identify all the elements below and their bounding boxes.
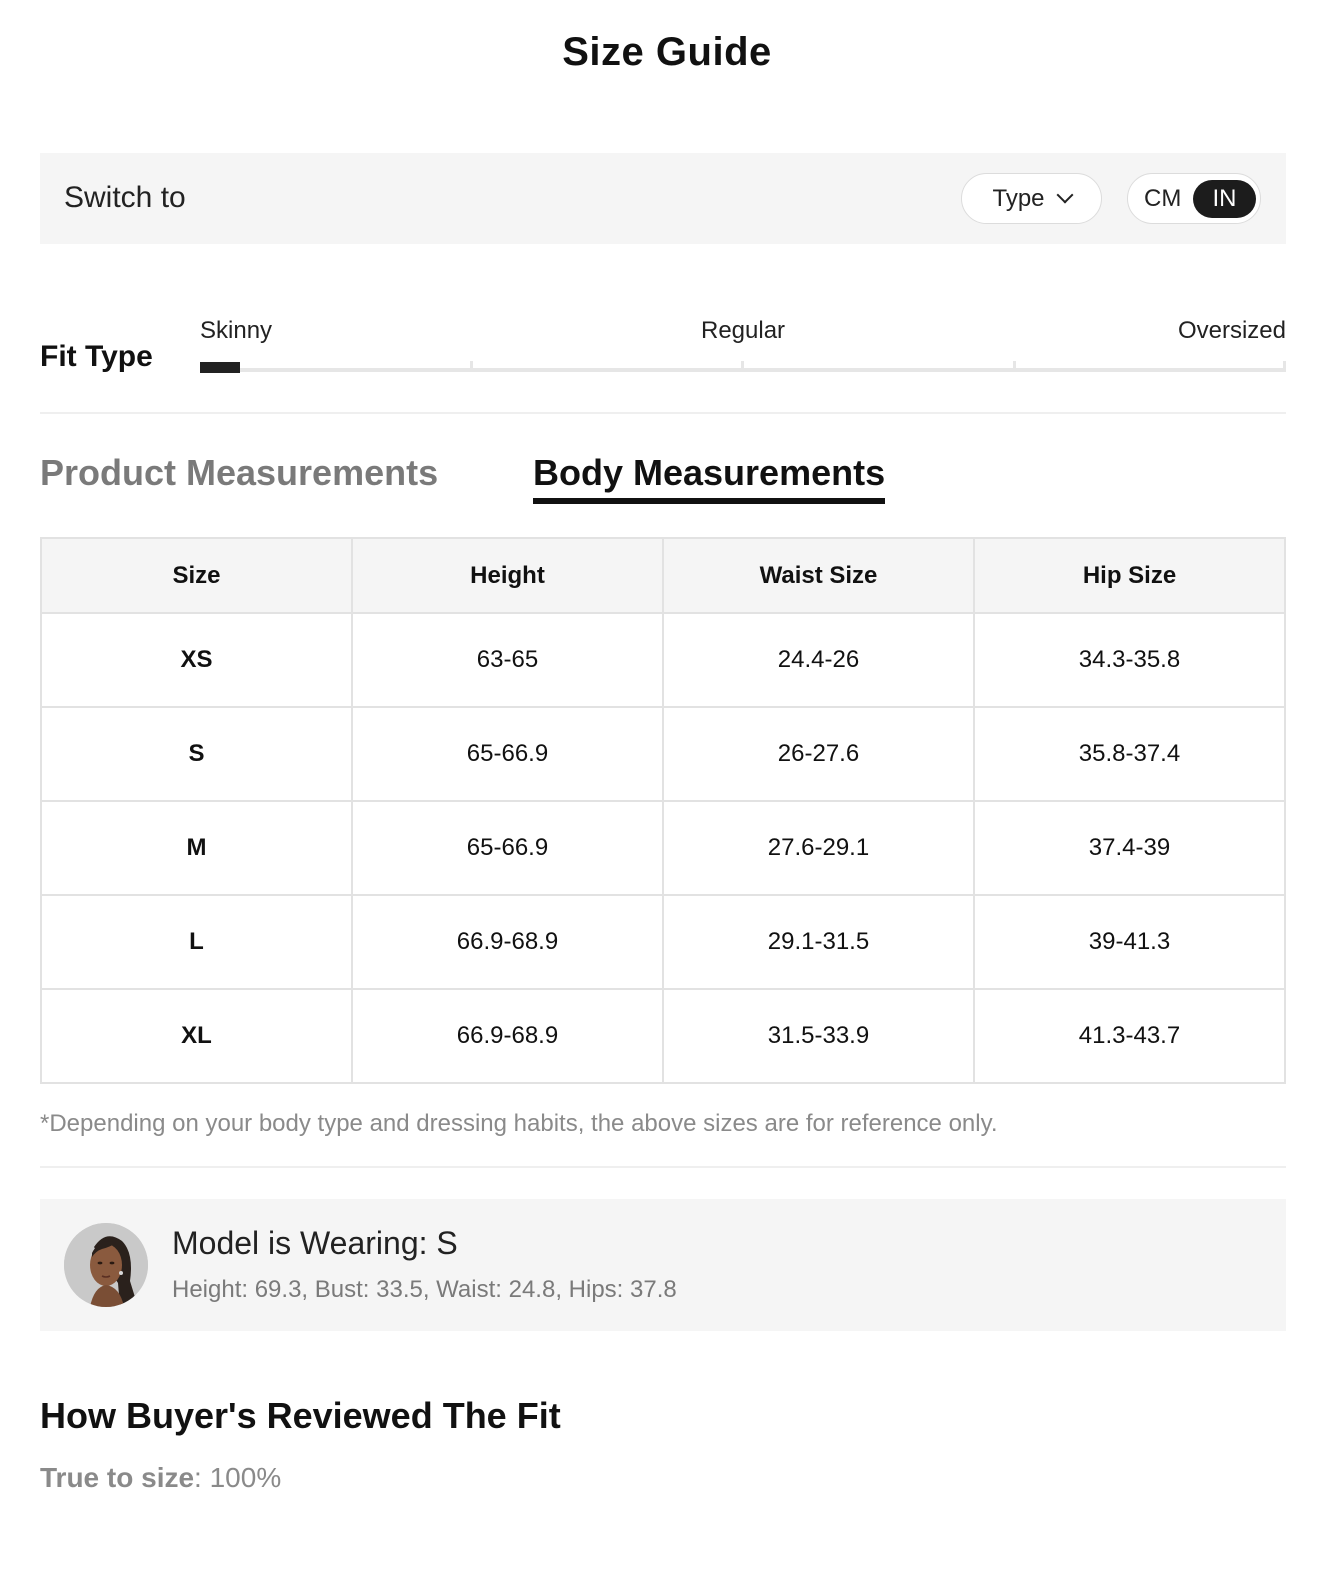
type-dropdown-button[interactable]: Type bbox=[961, 173, 1102, 224]
model-avatar bbox=[64, 1223, 148, 1307]
table-header-row: Size Height Waist Size Hip Size bbox=[40, 537, 1286, 614]
tab-product-measurements[interactable]: Product Measurements bbox=[40, 452, 438, 494]
hip-cell: 34.3-35.8 bbox=[973, 612, 1286, 708]
waist-cell: 29.1-31.5 bbox=[662, 894, 975, 990]
divider bbox=[40, 412, 1286, 414]
size-cell: L bbox=[40, 894, 353, 990]
review-section-title: How Buyer's Reviewed The Fit bbox=[40, 1395, 561, 1436]
waist-cell: 24.4-26 bbox=[662, 612, 975, 708]
waist-cell: 26-27.6 bbox=[662, 706, 975, 802]
true-to-size-value: : 100% bbox=[194, 1462, 282, 1493]
true-to-size-label: True to size bbox=[40, 1462, 195, 1493]
table-row: L 66.9-68.9 29.1-31.5 39-41.3 bbox=[40, 894, 1286, 990]
table-row: M 65-66.9 27.6-29.1 37.4-39 bbox=[40, 800, 1286, 896]
size-cell: S bbox=[40, 706, 353, 802]
fit-type-scale: Skinny Regular Oversized bbox=[200, 315, 1286, 375]
column-header-waist: Waist Size bbox=[662, 537, 975, 614]
type-dropdown-label: Type bbox=[992, 184, 1045, 212]
model-portrait-icon bbox=[64, 1223, 148, 1307]
model-measurements: Height: 69.3, Bust: 33.5, Waist: 24.8, H… bbox=[172, 1276, 677, 1303]
hip-cell: 35.8-37.4 bbox=[973, 706, 1286, 802]
size-table: Size Height Waist Size Hip Size XS 63-65… bbox=[40, 537, 1286, 1084]
hip-cell: 39-41.3 bbox=[973, 894, 1286, 990]
chevron-down-icon bbox=[1056, 186, 1074, 204]
fit-type-label: Fit Type bbox=[40, 340, 153, 373]
height-cell: 66.9-68.9 bbox=[351, 894, 664, 990]
page-title: Size Guide bbox=[562, 30, 772, 74]
fit-scale-label-regular: Regular bbox=[701, 317, 786, 344]
table-row: XS 63-65 24.4-26 34.3-35.8 bbox=[40, 612, 1286, 708]
unit-switch-bar: Switch to Type CM IN bbox=[40, 153, 1286, 244]
size-cell: M bbox=[40, 800, 353, 896]
size-cell: XS bbox=[40, 612, 353, 708]
column-header-hip: Hip Size bbox=[973, 537, 1286, 614]
size-cell: XL bbox=[40, 988, 353, 1084]
height-cell: 65-66.9 bbox=[351, 706, 664, 802]
column-header-size: Size bbox=[40, 537, 353, 614]
hip-cell: 41.3-43.7 bbox=[973, 988, 1286, 1084]
table-row: XL 66.9-68.9 31.5-33.9 41.3-43.7 bbox=[40, 988, 1286, 1084]
waist-cell: 27.6-29.1 bbox=[662, 800, 975, 896]
reference-note: *Depending on your body type and dressin… bbox=[40, 1110, 998, 1137]
true-to-size-line: True to size: 100% bbox=[40, 1462, 281, 1494]
table-row: S 65-66.9 26-27.6 35.8-37.4 bbox=[40, 706, 1286, 802]
unit-option-cm[interactable]: CM bbox=[1144, 185, 1181, 213]
height-cell: 65-66.9 bbox=[351, 800, 664, 896]
model-wearing-title: Model is Wearing: S bbox=[172, 1225, 458, 1261]
model-info-card: Model is Wearing: S Height: 69.3, Bust: … bbox=[40, 1199, 1286, 1331]
size-guide-page: Size Guide Switch to Type CM IN Fit Type… bbox=[0, 0, 1334, 1570]
fit-scale-marker bbox=[200, 362, 240, 373]
height-cell: 66.9-68.9 bbox=[351, 988, 664, 1084]
active-tab-underline bbox=[533, 498, 885, 504]
waist-cell: 31.5-33.9 bbox=[662, 988, 975, 1084]
divider bbox=[40, 1166, 1286, 1168]
column-header-height: Height bbox=[351, 537, 664, 614]
fit-scale-label-skinny: Skinny bbox=[200, 317, 273, 344]
hip-cell: 37.4-39 bbox=[973, 800, 1286, 896]
unit-option-in[interactable]: IN bbox=[1193, 180, 1256, 218]
fit-scale-notch bbox=[741, 361, 744, 372]
fit-scale-notch bbox=[1013, 361, 1016, 372]
fit-scale-notch bbox=[1283, 361, 1286, 372]
fit-scale-notch bbox=[470, 361, 473, 372]
fit-scale-label-oversized: Oversized bbox=[1177, 317, 1286, 344]
unit-toggle[interactable]: CM IN bbox=[1127, 173, 1261, 224]
height-cell: 63-65 bbox=[351, 612, 664, 708]
switch-label: Switch to bbox=[64, 181, 186, 214]
tab-body-measurements[interactable]: Body Measurements bbox=[533, 452, 885, 494]
